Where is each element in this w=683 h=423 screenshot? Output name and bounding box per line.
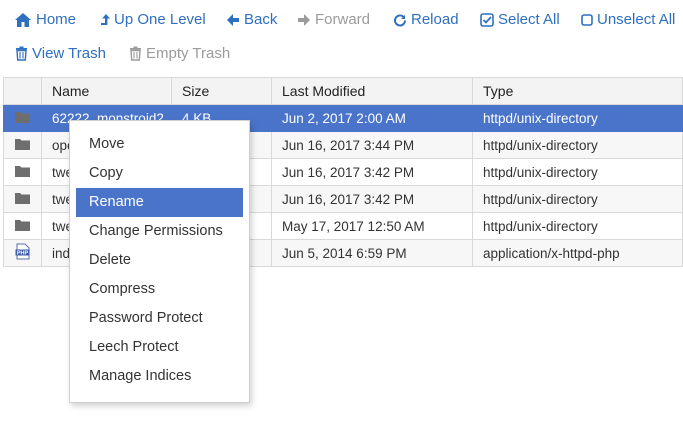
empty-trash-label: Empty Trash bbox=[146, 45, 231, 62]
select-all-button[interactable]: Select All bbox=[480, 11, 560, 28]
svg-text:PHP: PHP bbox=[16, 251, 28, 257]
home-button[interactable]: Home bbox=[14, 11, 76, 28]
home-icon bbox=[14, 12, 32, 28]
forward-label: Forward bbox=[315, 11, 371, 28]
unselect-all-button[interactable]: Unselect All bbox=[581, 11, 675, 28]
checkbox-empty-icon bbox=[581, 13, 593, 27]
folder-icon bbox=[3, 158, 42, 186]
context-menu-manage-indices[interactable]: Manage Indices bbox=[76, 362, 243, 391]
home-label: Home bbox=[36, 11, 77, 28]
file-modified: May 17, 2017 12:50 AM bbox=[271, 212, 473, 240]
column-header-name[interactable]: Name bbox=[41, 77, 172, 105]
column-header-size[interactable]: Size bbox=[171, 77, 272, 105]
file-modified: Jun 16, 2017 3:44 PM bbox=[271, 131, 473, 159]
context-menu-password-protect[interactable]: Password Protect bbox=[76, 304, 243, 333]
reload-label: Reload bbox=[411, 11, 459, 28]
file-type: httpd/unix-directory bbox=[472, 104, 683, 132]
context-menu-move[interactable]: Move bbox=[76, 130, 243, 159]
select-all-label: Select All bbox=[498, 11, 560, 28]
file-type: httpd/unix-directory bbox=[472, 185, 683, 213]
file-modified: Jun 5, 2014 6:59 PM bbox=[271, 239, 473, 267]
view-trash-label: View Trash bbox=[32, 45, 106, 62]
level-up-icon bbox=[100, 12, 110, 28]
folder-icon bbox=[3, 212, 42, 240]
arrow-left-icon bbox=[226, 13, 240, 27]
trash-icon bbox=[129, 46, 142, 61]
up-one-level-label: Up One Level bbox=[114, 11, 206, 28]
file-type: httpd/unix-directory bbox=[472, 158, 683, 186]
column-header-icon[interactable] bbox=[3, 77, 42, 105]
arrow-right-icon bbox=[297, 13, 311, 27]
context-menu-rename[interactable]: Rename bbox=[76, 188, 243, 217]
file-type: httpd/unix-directory bbox=[472, 131, 683, 159]
toolbar-primary: Home Up One Level Back Forward Reload Se… bbox=[0, 11, 683, 37]
table-header-row: Name Size Last Modified Type bbox=[3, 77, 683, 105]
toolbar-secondary: View Trash Empty Trash bbox=[0, 45, 683, 71]
context-menu-delete[interactable]: Delete bbox=[76, 246, 243, 275]
column-header-last-modified[interactable]: Last Modified bbox=[271, 77, 473, 105]
column-header-type[interactable]: Type bbox=[472, 77, 683, 105]
forward-button[interactable]: Forward bbox=[297, 11, 370, 28]
reload-button[interactable]: Reload bbox=[393, 11, 459, 28]
folder-icon bbox=[3, 104, 42, 132]
file-modified: Jun 16, 2017 3:42 PM bbox=[271, 185, 473, 213]
file-type: httpd/unix-directory bbox=[472, 212, 683, 240]
trash-icon bbox=[15, 46, 28, 61]
folder-icon bbox=[3, 131, 42, 159]
context-menu-copy[interactable]: Copy bbox=[76, 159, 243, 188]
file-type: application/x-httpd-php bbox=[472, 239, 683, 267]
file-modified: Jun 2, 2017 2:00 AM bbox=[271, 104, 473, 132]
context-menu-compress[interactable]: Compress bbox=[76, 275, 243, 304]
refresh-icon bbox=[393, 13, 407, 27]
context-menu-change-permissions[interactable]: Change Permissions bbox=[76, 217, 243, 246]
unselect-all-label: Unselect All bbox=[597, 11, 676, 28]
checkbox-checked-icon bbox=[480, 12, 494, 27]
context-menu-leech-protect[interactable]: Leech Protect bbox=[76, 333, 243, 362]
context-menu: Move Copy Rename Change Permissions Dele… bbox=[69, 120, 250, 403]
back-label: Back bbox=[244, 11, 278, 28]
php-file-icon: PHP bbox=[3, 239, 42, 267]
up-one-level-button[interactable]: Up One Level bbox=[100, 11, 206, 28]
back-button[interactable]: Back bbox=[226, 11, 277, 28]
file-modified: Jun 16, 2017 3:42 PM bbox=[271, 158, 473, 186]
empty-trash-button[interactable]: Empty Trash bbox=[129, 45, 230, 62]
view-trash-button[interactable]: View Trash bbox=[15, 45, 106, 62]
folder-icon bbox=[3, 185, 42, 213]
